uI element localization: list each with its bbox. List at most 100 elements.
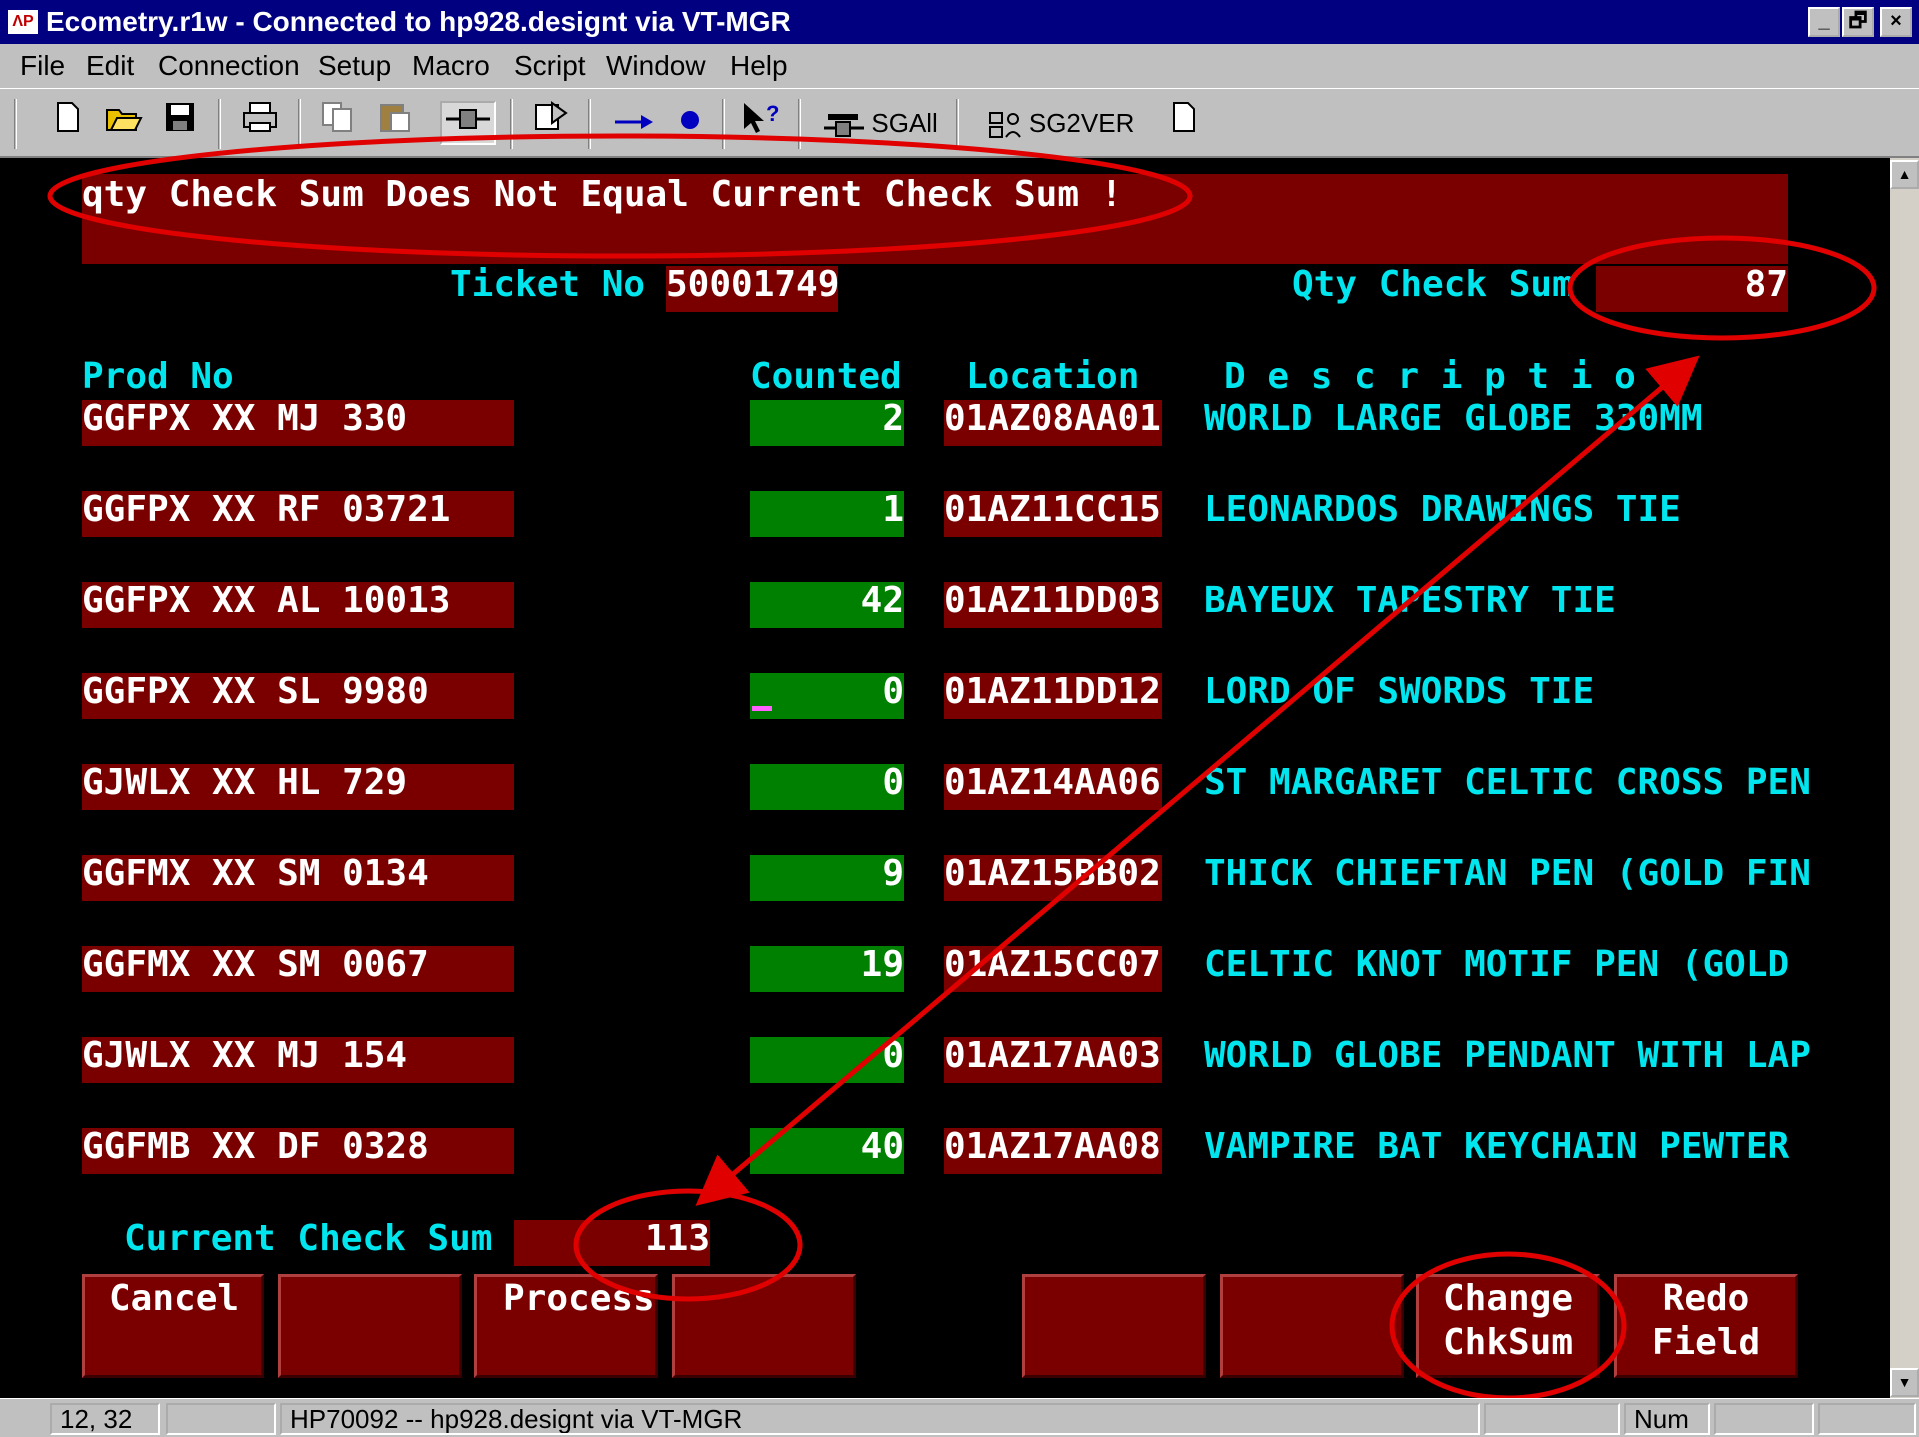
connect-icon[interactable] xyxy=(440,101,496,145)
prod-no: GGFPX XX MJ 330 xyxy=(82,398,408,439)
location-value: 01AZ11DD12 xyxy=(944,671,1161,712)
location-value: 01AZ11DD03 xyxy=(944,580,1161,621)
f5-key[interactable] xyxy=(1022,1274,1206,1378)
title-bar: ΛP Ecometry.r1w - Connected to hp928.des… xyxy=(0,0,1919,44)
sgall-button[interactable]: SGAll xyxy=(816,101,946,145)
print-icon[interactable] xyxy=(240,101,280,145)
menu-window[interactable]: Window xyxy=(606,50,706,82)
num-lock-indicator: Num xyxy=(1624,1403,1710,1435)
play-icon[interactable] xyxy=(610,101,660,145)
description: VAMPIRE BAT KEYCHAIN PEWTER xyxy=(1204,1126,1790,1167)
counted-value: 40 xyxy=(860,1126,904,1167)
qty-check-sum: 87 xyxy=(1744,264,1788,305)
description: ST MARGARET CELTIC CROSS PEN xyxy=(1204,762,1811,803)
prod-no: GGFPX XX AL 10013 xyxy=(82,580,451,621)
status-panel-empty xyxy=(1484,1403,1620,1435)
error-message: qty Check Sum Does Not Equal Current Che… xyxy=(82,174,1123,215)
counted-value: 0 xyxy=(882,671,904,712)
record-icon[interactable] xyxy=(672,101,708,145)
header-prod-no: Prod No xyxy=(82,356,234,397)
location-value: 01AZ15BB02 xyxy=(944,853,1161,894)
current-check-label: Current Check Sum xyxy=(124,1218,493,1259)
f3-label: Process xyxy=(503,1278,655,1319)
description: THICK CHIEFTAN PEN (GOLD FIN xyxy=(1204,853,1811,894)
prod-no: GGFMX XX SM 0067 xyxy=(82,944,429,985)
menu-bar: File Edit Connection Setup Macro Script … xyxy=(0,44,1919,88)
scroll-down-icon[interactable]: ▼ xyxy=(1890,1368,1919,1397)
f3-process-key[interactable]: Process xyxy=(474,1274,658,1378)
f8-label-line2: Field xyxy=(1651,1322,1761,1363)
terminal-screen[interactable]: qty Check Sum Does Not Equal Current Che… xyxy=(0,158,1890,1398)
location-value: 01AZ17AA03 xyxy=(944,1035,1161,1076)
menu-connection[interactable]: Connection xyxy=(158,50,300,82)
counted-value: 19 xyxy=(860,944,904,985)
counted-value: 2 xyxy=(882,398,904,439)
location-value: 01AZ11CC15 xyxy=(944,489,1161,530)
scroll-up-icon[interactable]: ▲ xyxy=(1890,160,1919,189)
prod-no: GJWLX XX HL 729 xyxy=(82,762,408,803)
copy-icon[interactable] xyxy=(318,101,358,145)
app-icon[interactable]: ΛP xyxy=(8,10,38,34)
description: LORD OF SWORDS TIE xyxy=(1204,671,1595,712)
counted-value: 1 xyxy=(882,489,904,530)
menu-help[interactable]: Help xyxy=(730,50,788,82)
f7-change-chksum-key[interactable]: Change ChkSum xyxy=(1416,1274,1600,1378)
description: WORLD LARGE GLOBE 330MM xyxy=(1204,398,1703,439)
ticket-label: Ticket No xyxy=(450,264,646,305)
description: BAYEUX TAPESTRY TIE xyxy=(1204,580,1616,621)
f8-redo-field-key[interactable]: Redo Field xyxy=(1614,1274,1798,1378)
f1-label: Cancel xyxy=(109,1278,240,1319)
close-button[interactable]: × xyxy=(1880,7,1912,37)
location-value: 01AZ08AA01 xyxy=(944,398,1161,439)
counted-value: 9 xyxy=(882,853,904,894)
prod-no: GGFMB XX DF 0328 xyxy=(82,1126,429,1167)
script-icon[interactable] xyxy=(526,101,574,145)
menu-edit[interactable]: Edit xyxy=(86,50,134,82)
f2-key[interactable] xyxy=(278,1274,462,1378)
minimize-button[interactable]: _ xyxy=(1808,7,1840,37)
context-help-icon[interactable]: ? xyxy=(740,101,784,145)
counted-value: 0 xyxy=(882,1035,904,1076)
new-file-icon[interactable] xyxy=(50,101,86,145)
menu-macro[interactable]: Macro xyxy=(412,50,490,82)
f7-label-line2: ChkSum xyxy=(1442,1322,1574,1363)
toolbar-separator xyxy=(510,99,513,149)
f1-cancel-key[interactable]: Cancel xyxy=(82,1274,264,1378)
header-location: Location xyxy=(966,356,1140,397)
page-icon[interactable] xyxy=(1166,101,1202,145)
qty-check-label: Qty Check Sum xyxy=(1292,264,1574,305)
status-bar: 12, 32 HP70092 -- hp928.designt via VT-M… xyxy=(0,1398,1919,1437)
menu-script[interactable]: Script xyxy=(514,50,586,82)
prod-no: GJWLX XX MJ 154 xyxy=(82,1035,408,1076)
sgall-label: SGAll xyxy=(871,108,938,138)
f4-key[interactable] xyxy=(672,1274,856,1378)
f6-key[interactable] xyxy=(1220,1274,1404,1378)
prod-no: GGFPX XX RF 03721 xyxy=(82,489,451,530)
toolbar-grip xyxy=(14,99,17,149)
toolbar: ? SGAll SG2VER xyxy=(0,88,1919,158)
location-value: 01AZ17AA08 xyxy=(944,1126,1161,1167)
prod-no: GGFPX XX SL 9980 xyxy=(82,671,429,712)
sg2ver-label: SG2VER xyxy=(1028,108,1135,138)
description: CELTIC KNOT MOTIF PEN (GOLD xyxy=(1204,944,1790,985)
toolbar-separator xyxy=(956,99,959,149)
description: WORLD GLOBE PENDANT WITH LAP xyxy=(1204,1035,1811,1076)
status-panel-empty xyxy=(166,1403,276,1435)
prod-no: GGFMX XX SM 0134 xyxy=(82,853,429,894)
header-description: D e s c r i p t i o n xyxy=(1224,356,1680,397)
svg-text:?: ? xyxy=(766,101,779,126)
menu-file[interactable]: File xyxy=(20,50,65,82)
open-folder-icon[interactable] xyxy=(104,101,144,145)
maximize-button[interactable]: 🗗 xyxy=(1842,7,1874,37)
save-icon[interactable] xyxy=(162,101,198,145)
window-title: Ecometry.r1w - Connected to hp928.design… xyxy=(46,6,791,37)
vertical-scrollbar[interactable]: ▲ ▼ xyxy=(1890,158,1919,1398)
cursor-position: 12, 32 xyxy=(50,1403,160,1435)
description: LEONARDOS DRAWINGS TIE xyxy=(1204,489,1681,530)
location-value: 01AZ14AA06 xyxy=(944,762,1161,803)
sg2ver-button[interactable]: SG2VER xyxy=(976,101,1146,145)
status-panel-empty xyxy=(1818,1403,1916,1435)
menu-setup[interactable]: Setup xyxy=(318,50,391,82)
paste-icon[interactable] xyxy=(376,101,416,145)
f7-label-line1: Change xyxy=(1442,1278,1574,1319)
